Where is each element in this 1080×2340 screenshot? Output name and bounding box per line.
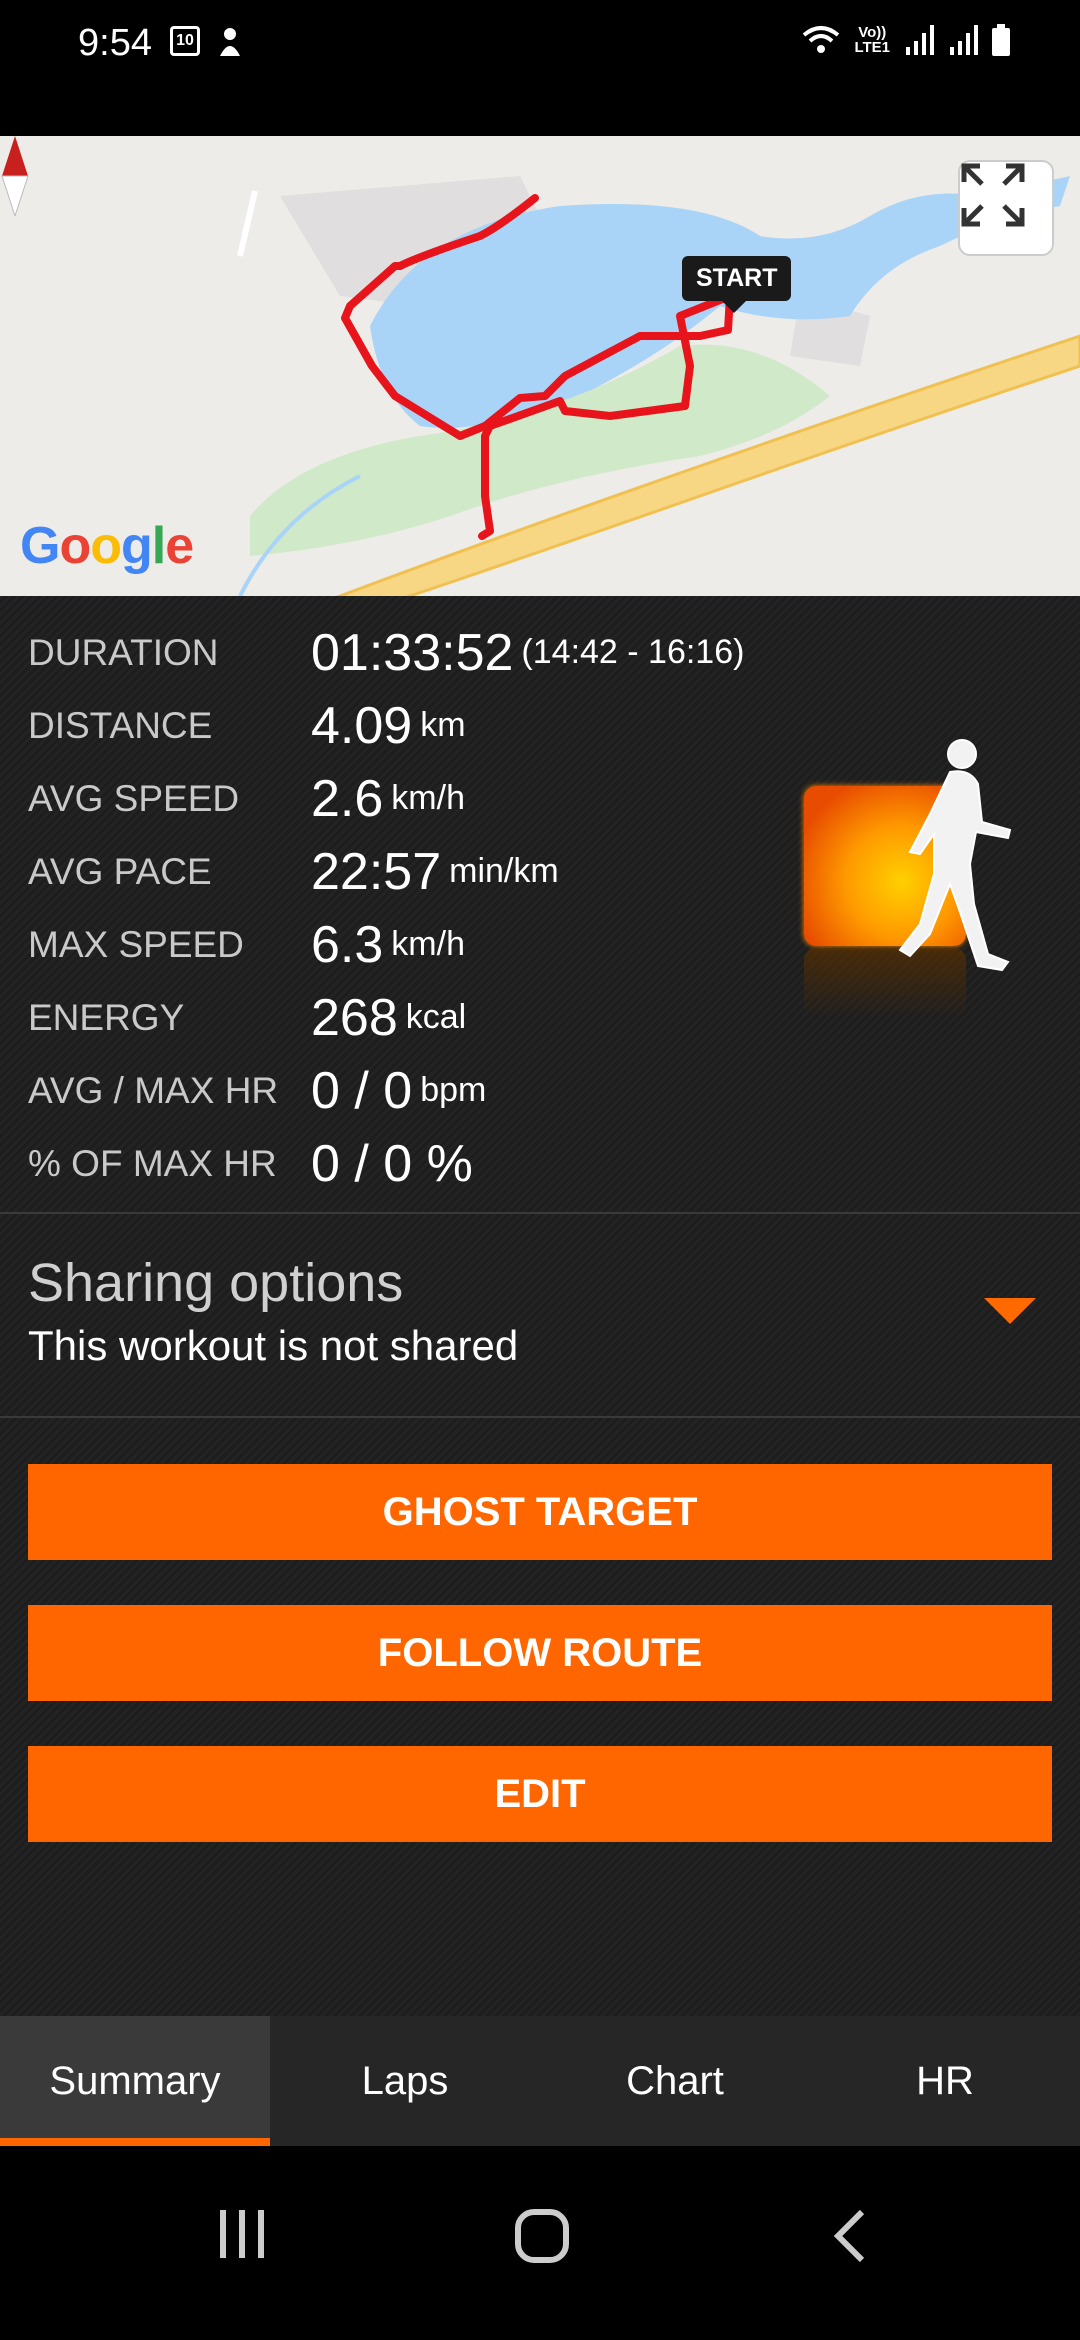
stat-label: MAX SPEED	[28, 923, 244, 965]
recent-apps-icon[interactable]	[216, 2208, 268, 2260]
sharing-status: This workout is not shared	[28, 1322, 519, 1369]
stat-row-max-hr-percent: % OF MAX HR 0 / 0 %	[28, 1127, 788, 1200]
stat-row-avg-pace: AVG PACE 22:57 min/km	[28, 835, 788, 908]
calendar-icon: 10	[170, 26, 200, 56]
stat-value: 2.6	[311, 769, 384, 828]
divider	[0, 1212, 1080, 1214]
stat-label: ENERGY	[28, 996, 185, 1038]
tab-summary[interactable]: Summary	[0, 2016, 270, 2146]
stat-unit: km/h	[391, 779, 465, 817]
stat-label: % OF MAX HR	[28, 1142, 277, 1184]
stat-row-max-speed: MAX SPEED 6.3 km/h	[28, 908, 788, 981]
back-icon[interactable]	[830, 2208, 870, 2264]
stat-label: AVG / MAX HR	[28, 1069, 279, 1111]
compass-icon	[1, 136, 29, 216]
google-logo: Google	[20, 517, 194, 575]
tab-chart[interactable]: Chart	[540, 2016, 810, 2146]
notification-icon	[220, 28, 240, 56]
system-nav-bar	[0, 2146, 1080, 2340]
follow-route-button[interactable]: FOLLOW ROUTE	[28, 1605, 1052, 1701]
stat-label: DURATION	[28, 631, 219, 673]
stat-value: 0 / 0	[311, 1061, 413, 1120]
stat-unit: min/km	[449, 852, 559, 890]
stat-unit: bpm	[420, 1071, 487, 1109]
signal-icon-2	[950, 25, 978, 55]
edit-button[interactable]: EDIT	[28, 1746, 1052, 1842]
stat-value: 0 / 0 %	[311, 1134, 473, 1193]
fullscreen-button[interactable]	[958, 160, 1054, 256]
dropdown-arrow-icon[interactable]	[984, 1298, 1036, 1324]
stat-unit: km/h	[391, 925, 465, 963]
stat-row-energy: ENERGY 268 kcal	[28, 981, 788, 1054]
divider	[0, 1416, 1080, 1418]
stat-value: 22:57	[311, 842, 442, 901]
workout-summary: DURATION 01:33:52 (14:42 - 16:16) DISTAN…	[0, 596, 1080, 2016]
tab-laps[interactable]: Laps	[270, 2016, 540, 2146]
lte-indicator: Vo)) LTE1	[854, 24, 890, 56]
route-map[interactable]: START Google	[0, 136, 1080, 596]
tab-bar: Summary Laps Chart HR	[0, 2016, 1080, 2146]
sharing-options[interactable]: Sharing options This workout is not shar…	[28, 1252, 1052, 1370]
stat-unit: kcal	[405, 998, 467, 1036]
battery-icon	[992, 24, 1010, 56]
ghost-target-button[interactable]: GHOST TARGET	[28, 1464, 1052, 1560]
start-marker: START	[682, 256, 792, 313]
tab-hr[interactable]: HR	[810, 2016, 1080, 2146]
stat-value: 01:33:52	[311, 623, 514, 682]
expand-icon	[961, 163, 1025, 227]
stat-value: 4.09	[311, 696, 413, 755]
stat-row-hr: AVG / MAX HR 0 / 0 bpm	[28, 1054, 788, 1127]
stat-row-duration: DURATION 01:33:52 (14:42 - 16:16)	[28, 616, 788, 689]
stat-unit: (14:42 - 16:16)	[521, 633, 745, 671]
sharing-title: Sharing options	[28, 1253, 404, 1313]
status-bar: 9:54 10 Vo)) LTE1	[0, 0, 1080, 136]
stat-value: 268	[311, 988, 398, 1047]
home-icon[interactable]	[514, 2208, 570, 2264]
wifi-icon	[803, 26, 840, 53]
stat-row-avg-speed: AVG SPEED 2.6 km/h	[28, 762, 788, 835]
stats-list: DURATION 01:33:52 (14:42 - 16:16) DISTAN…	[28, 616, 788, 1200]
stat-label: DISTANCE	[28, 704, 213, 746]
signal-icon-1	[906, 25, 934, 55]
stat-value: 6.3	[311, 915, 384, 974]
stat-label: AVG SPEED	[28, 777, 240, 819]
status-time: 9:54	[78, 22, 152, 64]
walking-sport-icon	[800, 734, 1060, 1034]
stat-label: AVG PACE	[28, 850, 212, 892]
stat-unit: km	[420, 706, 466, 744]
stat-row-distance: DISTANCE 4.09 km	[28, 689, 788, 762]
